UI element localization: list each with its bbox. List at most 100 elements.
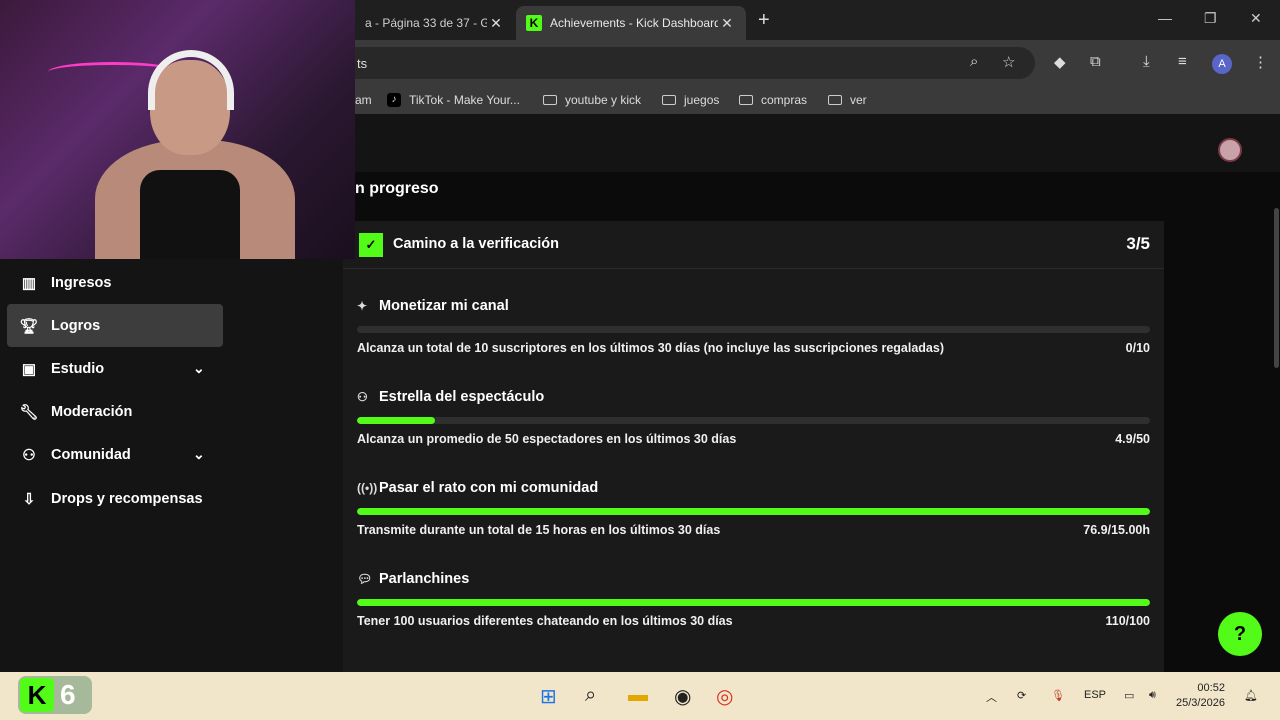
tiktok-icon: ♪ bbox=[387, 93, 401, 107]
goal-title: Pasar el rato con mi comunidad bbox=[379, 480, 599, 496]
download-icon[interactable]: ⤓ bbox=[1143, 53, 1150, 70]
goal-value: 76.9/15.00h bbox=[1083, 523, 1150, 537]
kick-favicon-icon: K bbox=[526, 15, 542, 31]
microphone-icon[interactable]: 🎙︎ bbox=[1051, 689, 1065, 702]
verification-card: ✓ Camino a la verificación 3/5 ✦ Monetiza… bbox=[343, 221, 1164, 672]
bookmark-label: compras bbox=[761, 93, 808, 107]
drops-icon: ⇩ bbox=[22, 490, 36, 508]
goal-description: Transmite durante un total de 15 horas e… bbox=[357, 523, 721, 537]
folder-icon bbox=[662, 95, 676, 105]
sidebar-item-label: Ingresos bbox=[51, 274, 112, 291]
close-window-icon[interactable]: ✕ bbox=[1250, 10, 1262, 27]
goal-title: Estrella del espectáculo bbox=[379, 389, 545, 405]
bookmark-item[interactable]: am bbox=[355, 93, 372, 107]
goal-progress-fill bbox=[357, 508, 1150, 515]
network-icon[interactable]: ▭ bbox=[1124, 689, 1134, 702]
menu-icon[interactable]: ⋮ bbox=[1253, 53, 1268, 71]
search-icon[interactable]: ⌕ bbox=[585, 684, 596, 707]
tab-label: a - Página 33 de 37 - Ga bbox=[365, 16, 487, 30]
extensions-icon[interactable]: ⧉ bbox=[1090, 53, 1101, 70]
bookmark-folder[interactable]: compras bbox=[739, 93, 807, 107]
bookmark-star-icon[interactable]: ☆ bbox=[1002, 53, 1015, 71]
profile-avatar[interactable]: A bbox=[1212, 54, 1232, 74]
sidebar-item-drops[interactable]: ⇩ Drops y recompensas bbox=[7, 477, 237, 520]
goal-progress-fill bbox=[357, 599, 1150, 606]
chat-icon: 💬︎ bbox=[357, 572, 373, 586]
clock-date: 25/3/2026 bbox=[1176, 697, 1225, 709]
chevron-down-icon[interactable]: ⌄ bbox=[193, 360, 205, 377]
bookmark-label: juegos bbox=[684, 93, 720, 107]
streamer-top bbox=[140, 170, 240, 259]
tray-chevron-up-icon[interactable]: ︿ bbox=[986, 689, 997, 705]
page-scrollbar[interactable] bbox=[1274, 208, 1279, 368]
goal-description: Alcanza un promedio de 50 espectadores e… bbox=[357, 432, 737, 446]
system-clock[interactable]: 00:52 25/3/2026 bbox=[1176, 681, 1225, 711]
close-tab-icon[interactable]: ✕ bbox=[718, 15, 736, 32]
new-tab-button[interactable]: + bbox=[758, 9, 770, 32]
chrome-icon[interactable]: ◎ bbox=[716, 684, 733, 709]
windows-taskbar: K 6 ⊞ ⌕ ▬ ◉ ◎ ︿ ⟳ 🎙︎ ESP ▭ 🔊︎ 🔔︎ bbox=[0, 672, 1280, 720]
sidebar-item-label: Moderación bbox=[51, 403, 133, 420]
zoom-icon[interactable]: ⌕ bbox=[970, 53, 978, 70]
card-title: Camino a la verificación bbox=[393, 236, 560, 252]
bookmark-folder[interactable]: juegos bbox=[662, 93, 719, 107]
section-title: n progreso bbox=[355, 180, 439, 197]
user-avatar[interactable] bbox=[1218, 138, 1242, 162]
close-tab-icon[interactable]: ✕ bbox=[487, 15, 505, 32]
minimize-icon[interactable]: — bbox=[1158, 10, 1172, 26]
goal-progress-bar bbox=[357, 326, 1150, 333]
sync-icon[interactable]: ⟳ bbox=[1017, 689, 1026, 702]
help-chat-button[interactable]: ? bbox=[1218, 612, 1262, 656]
windows-start-icon[interactable]: ⊞ bbox=[540, 684, 557, 709]
sidebar-item-comunidad[interactable]: ⚇ Comunidad ⌄ bbox=[7, 433, 223, 476]
dashboard-header bbox=[355, 114, 1280, 172]
file-explorer-icon[interactable]: ▬ bbox=[628, 684, 648, 707]
screen: a - Página 33 de 37 - Ga ✕ K Achievement… bbox=[0, 0, 1280, 720]
goal-progress-bar bbox=[357, 599, 1150, 606]
viewers-icon: ⚇ bbox=[357, 390, 368, 404]
restore-icon[interactable]: ❐ bbox=[1204, 10, 1217, 27]
sidebar-item-label: Comunidad bbox=[51, 446, 131, 463]
sidebar-item-estudio[interactable]: ▣ Estudio ⌄ bbox=[7, 347, 223, 390]
tab-inactive[interactable]: a - Página 33 de 37 - Ga ✕ bbox=[355, 6, 515, 40]
goal-progress-bar bbox=[357, 508, 1150, 515]
sidebar-item-ingresos[interactable]: ▥ Ingresos bbox=[7, 261, 223, 304]
studio-icon: ▣ bbox=[21, 360, 37, 378]
goal-progress-fill bbox=[357, 417, 435, 424]
language-indicator[interactable]: ESP bbox=[1084, 689, 1106, 701]
tab-label: Achievements - Kick Dashboard bbox=[550, 16, 718, 30]
goal-progress-bar bbox=[357, 417, 1150, 424]
bookmark-folder[interactable]: ver bbox=[828, 93, 867, 107]
sidebar: ▥ Ingresos 🏆︎ Logros ▣ Estudio ⌄ 🔧︎ Mode… bbox=[0, 259, 343, 672]
webcam-overlay bbox=[0, 0, 355, 259]
sidebar-item-label: Logros bbox=[51, 317, 101, 334]
widget-count: 6 bbox=[60, 679, 76, 710]
notification-bell-icon[interactable]: 🔔︎ bbox=[1244, 689, 1258, 702]
card-header[interactable]: ✓ Camino a la verificación 3/5 bbox=[343, 221, 1164, 269]
address-bar[interactable]: ts bbox=[355, 47, 1035, 79]
folder-icon bbox=[739, 95, 753, 105]
volume-icon[interactable]: 🔊︎ bbox=[1149, 689, 1156, 702]
bookmark-label: youtube y kick bbox=[565, 93, 642, 107]
bookmark-item[interactable]: ♪ TikTok - Make Your... bbox=[387, 93, 520, 107]
media-control-icon[interactable]: ≡ bbox=[1178, 53, 1187, 70]
sparkle-icon: ✦ bbox=[357, 299, 368, 313]
goal-description: Tener 100 usuarios diferentes chateando … bbox=[357, 614, 733, 628]
tab-active[interactable]: K Achievements - Kick Dashboard ✕ bbox=[516, 6, 746, 40]
sidebar-item-moderacion[interactable]: 🔧︎ Moderación bbox=[7, 390, 223, 433]
sidebar-item-logros[interactable]: 🏆︎ Logros bbox=[7, 304, 223, 347]
clock-time: 00:52 bbox=[1197, 682, 1225, 694]
bookmark-folder[interactable]: youtube y kick bbox=[543, 93, 641, 107]
bookmark-label: am bbox=[355, 93, 372, 107]
goal-title: Monetizar mi canal bbox=[379, 298, 509, 314]
extension-diamond-icon[interactable]: ◆ bbox=[1054, 53, 1066, 71]
chevron-down-icon[interactable]: ⌄ bbox=[193, 446, 205, 463]
obs-icon[interactable]: ◉ bbox=[674, 684, 691, 709]
verified-badge-icon: ✓ bbox=[359, 233, 383, 257]
sidebar-item-label: Estudio bbox=[51, 360, 105, 377]
chart-icon: ▥ bbox=[21, 274, 37, 292]
folder-icon bbox=[828, 95, 842, 105]
bookmark-label: ver bbox=[850, 93, 867, 107]
goal-value: 4.9/50 bbox=[1115, 432, 1150, 446]
kick-widget[interactable]: K 6 bbox=[18, 676, 92, 714]
